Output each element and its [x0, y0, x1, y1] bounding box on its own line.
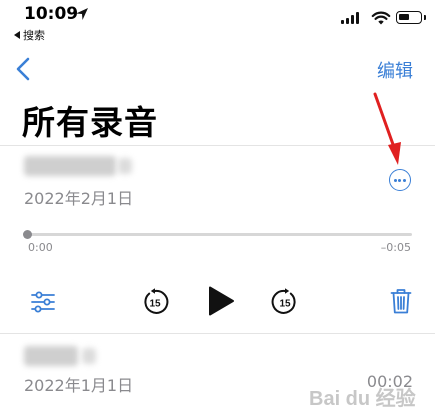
- ellipsis-dot: [402, 178, 406, 182]
- edit-button[interactable]: 编辑: [377, 57, 413, 83]
- back-triangle-icon: [14, 31, 20, 39]
- battery-icon: [396, 11, 426, 24]
- back-to-app-link[interactable]: 搜索: [14, 27, 45, 43]
- watermark-text: Bai du 经验: [309, 388, 416, 410]
- recording-name-blurred: [24, 156, 116, 176]
- divider: [0, 333, 435, 334]
- playback-scrubber[interactable]: [26, 233, 412, 236]
- status-indicators: [321, 10, 426, 26]
- elapsed-time: 0:00: [28, 241, 53, 254]
- location-arrow-icon: [76, 8, 88, 20]
- recording-name-blurred-tail: [82, 348, 96, 364]
- wifi-icon: [371, 11, 391, 25]
- recording-date: 2022年1月1日: [24, 376, 134, 395]
- recording-name-blurred: [24, 346, 78, 366]
- trash-icon[interactable]: [390, 287, 412, 315]
- back-app-label: 搜索: [23, 29, 45, 42]
- remaining-time: –0:05: [380, 241, 411, 254]
- watermark-logo: Bai du 经验: [309, 380, 429, 410]
- red-arrow-annotation: [373, 92, 401, 165]
- more-options-button[interactable]: [389, 169, 411, 191]
- recording-date: 2022年2月1日: [24, 189, 134, 208]
- skip-forward-15-icon[interactable]: 15: [271, 288, 299, 316]
- page-title: 所有录音: [22, 103, 158, 142]
- cellular-signal-icon: [341, 12, 363, 24]
- ellipsis-dot: [393, 178, 397, 182]
- play-icon[interactable]: [206, 285, 236, 317]
- status-time: 10:09: [24, 4, 79, 24]
- sliders-icon[interactable]: [30, 290, 56, 314]
- ellipsis-dot: [398, 178, 402, 182]
- skip-forward-label: 15: [279, 299, 291, 310]
- recording-name-blurred-tail: [118, 158, 132, 174]
- chevron-left-icon[interactable]: [14, 56, 32, 82]
- skip-back-15-icon[interactable]: 15: [141, 288, 169, 316]
- scrubber-knob[interactable]: [23, 230, 32, 239]
- skip-back-label: 15: [149, 299, 161, 310]
